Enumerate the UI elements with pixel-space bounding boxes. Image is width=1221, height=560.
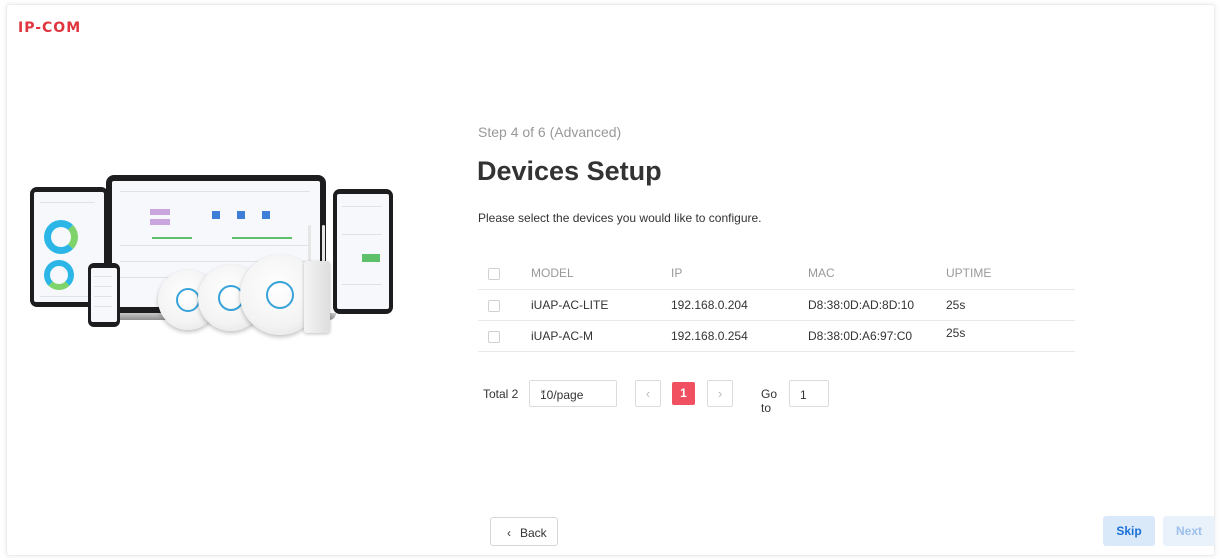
goto-page-input[interactable]: 1: [789, 380, 829, 407]
pagination-total: Total 2: [483, 387, 519, 401]
page-size-select[interactable]: 10/page ∨: [529, 380, 617, 407]
outdoor-ap-image: [304, 225, 330, 335]
page-title: Devices Setup: [477, 156, 662, 186]
page-description: Please select the devices you would like…: [478, 211, 762, 225]
product-illustration: [30, 175, 400, 350]
table-row[interactable]: iUAP-AC-LITE 192.168.0.204 D8:38:0D:AD:8…: [478, 290, 1075, 321]
table-header-row: MODEL IP MAC UPTIME: [478, 258, 1075, 290]
cell-mac: D8:38:0D:AD:8D:10: [808, 298, 915, 312]
back-button-label: Back: [520, 526, 547, 540]
row-checkbox[interactable]: [488, 331, 500, 343]
tablet-right-image: [333, 189, 393, 314]
chevron-right-icon: ›: [717, 386, 723, 401]
devices-table: MODEL IP MAC UPTIME iUAP-AC-LITE 192.168…: [478, 258, 1075, 352]
goto-label: Go to: [761, 387, 778, 415]
phone-image: [88, 263, 120, 327]
goto-page-value: 1: [800, 388, 807, 402]
cell-model: iUAP-AC-LITE: [531, 298, 609, 312]
chevron-left-icon: ‹: [645, 386, 651, 401]
table-row[interactable]: iUAP-AC-M 192.168.0.254 D8:38:0D:A6:97:C…: [478, 321, 1075, 352]
next-page-button[interactable]: ›: [707, 380, 733, 407]
step-indicator: Step 4 of 6 (Advanced): [478, 124, 622, 140]
cell-ip: 192.168.0.254: [671, 329, 748, 343]
cell-model: iUAP-AC-M: [531, 329, 593, 343]
column-header-model: MODEL: [531, 266, 574, 280]
page-button-current[interactable]: 1: [672, 382, 695, 405]
chevron-left-icon: ‹: [507, 526, 511, 540]
row-checkbox[interactable]: [488, 300, 500, 312]
column-header-uptime: UPTIME: [946, 266, 992, 280]
column-header-mac: MAC: [808, 266, 835, 280]
column-header-ip: IP: [671, 266, 683, 280]
cell-uptime: 25s: [946, 298, 966, 312]
prev-page-button[interactable]: ‹: [635, 380, 661, 407]
cell-mac: D8:38:0D:A6:97:C0: [808, 329, 913, 343]
select-all-checkbox[interactable]: [488, 268, 500, 280]
cell-uptime: 25s: [946, 326, 966, 340]
next-button[interactable]: Next: [1163, 516, 1215, 546]
chevron-down-icon: ∨: [540, 387, 547, 397]
ip-com-logo: IP-COM: [18, 20, 82, 36]
cell-ip: 192.168.0.204: [671, 298, 748, 312]
back-button[interactable]: ‹ Back: [490, 517, 558, 546]
skip-button[interactable]: Skip: [1103, 516, 1155, 546]
